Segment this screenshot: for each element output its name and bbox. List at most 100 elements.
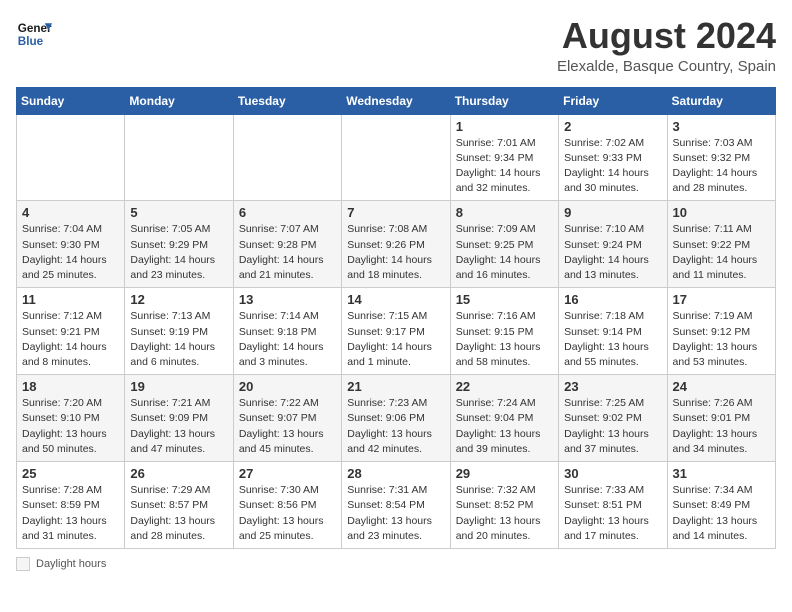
weekday-header-wednesday: Wednesday — [342, 87, 450, 114]
week-row-5: 25 Sunrise: 7:28 AM Sunset: 8:59 PM Dayli… — [17, 462, 776, 549]
calendar-cell: 28Sunrise: 7:31 AM Sunset: 8:54 PM Dayli… — [342, 462, 450, 549]
day-info: Sunrise: 7:16 AM Sunset: 9:15 PM Dayligh… — [456, 309, 553, 370]
daylight-label: Daylight hours — [36, 558, 106, 570]
calendar-cell — [233, 114, 341, 201]
week-row-4: 18Sunrise: 7:20 AM Sunset: 9:10 PM Dayli… — [17, 375, 776, 462]
weekday-header-friday: Friday — [559, 87, 667, 114]
day-number: 19 — [130, 379, 227, 394]
day-info: Sunrise: 7:31 AM Sunset: 8:54 PM Dayligh… — [347, 483, 444, 544]
day-number: 24 — [673, 379, 770, 394]
day-info: Sunrise: 7:29 AM Sunset: 8:57 PM Dayligh… — [130, 483, 227, 544]
day-number: 29 — [456, 466, 553, 481]
footer-note: Daylight hours — [16, 557, 776, 571]
day-number: 1 — [456, 119, 553, 134]
day-number: 16 — [564, 292, 661, 307]
day-info: Sunrise: 7:23 AM Sunset: 9:06 PM Dayligh… — [347, 396, 444, 457]
day-number: 4 — [22, 205, 119, 220]
day-number: 12 — [130, 292, 227, 307]
calendar-cell: 15 Sunrise: 7:16 AM Sunset: 9:15 PM Dayli… — [450, 288, 558, 375]
weekday-header-monday: Monday — [125, 87, 233, 114]
day-info: Sunrise: 7:33 AM Sunset: 8:51 PM Dayligh… — [564, 483, 661, 544]
calendar-cell: 19 Sunrise: 7:21 AM Sunset: 9:09 PM Dayli… — [125, 375, 233, 462]
day-info: Sunrise: 7:05 AM Sunset: 9:29 PM Dayligh… — [130, 222, 227, 283]
calendar-cell: 20 Sunrise: 7:22 AM Sunset: 9:07 PM Dayli… — [233, 375, 341, 462]
day-number: 26 — [130, 466, 227, 481]
day-number: 5 — [130, 205, 227, 220]
page-header: General Blue August 2024 Elexalde, Basqu… — [16, 16, 776, 75]
calendar-cell: 4 Sunrise: 7:04 AM Sunset: 9:30 PM Daylig… — [17, 201, 125, 288]
week-row-3: 11 Sunrise: 7:12 AM Sunset: 9:21 PM Dayli… — [17, 288, 776, 375]
day-number: 20 — [239, 379, 336, 394]
weekday-header-saturday: Saturday — [667, 87, 775, 114]
calendar-cell: 30Sunrise: 7:33 AM Sunset: 8:51 PM Dayli… — [559, 462, 667, 549]
calendar-cell: 6 Sunrise: 7:07 AM Sunset: 9:28 PM Daylig… — [233, 201, 341, 288]
calendar-cell: 31Sunrise: 7:34 AM Sunset: 8:49 PM Dayli… — [667, 462, 775, 549]
day-info: Sunrise: 7:15 AM Sunset: 9:17 PM Dayligh… — [347, 309, 444, 370]
calendar-cell: 23 Sunrise: 7:25 AM Sunset: 9:02 PM Dayli… — [559, 375, 667, 462]
calendar-cell: 27Sunrise: 7:30 AM Sunset: 8:56 PM Dayli… — [233, 462, 341, 549]
calendar-cell: 10Sunrise: 7:11 AM Sunset: 9:22 PM Dayli… — [667, 201, 775, 288]
day-info: Sunrise: 7:21 AM Sunset: 9:09 PM Dayligh… — [130, 396, 227, 457]
day-info: Sunrise: 7:22 AM Sunset: 9:07 PM Dayligh… — [239, 396, 336, 457]
weekday-header-sunday: Sunday — [17, 87, 125, 114]
day-number: 11 — [22, 292, 119, 307]
day-number: 23 — [564, 379, 661, 394]
calendar-cell: 1 Sunrise: 7:01 AM Sunset: 9:34 PM Daylig… — [450, 114, 558, 201]
calendar-cell: 14Sunrise: 7:15 AM Sunset: 9:17 PM Dayli… — [342, 288, 450, 375]
day-number: 22 — [456, 379, 553, 394]
day-info: Sunrise: 7:13 AM Sunset: 9:19 PM Dayligh… — [130, 309, 227, 370]
calendar-cell: 18Sunrise: 7:20 AM Sunset: 9:10 PM Dayli… — [17, 375, 125, 462]
calendar-cell — [342, 114, 450, 201]
day-number: 21 — [347, 379, 444, 394]
weekday-header-row: SundayMondayTuesdayWednesdayThursdayFrid… — [17, 87, 776, 114]
day-info: Sunrise: 7:02 AM Sunset: 9:33 PM Dayligh… — [564, 136, 661, 197]
day-number: 6 — [239, 205, 336, 220]
calendar-cell: 7 Sunrise: 7:08 AM Sunset: 9:26 PM Daylig… — [342, 201, 450, 288]
day-info: Sunrise: 7:01 AM Sunset: 9:34 PM Dayligh… — [456, 136, 553, 197]
calendar-cell: 25 Sunrise: 7:28 AM Sunset: 8:59 PM Dayli… — [17, 462, 125, 549]
svg-text:Blue: Blue — [18, 35, 44, 48]
weekday-header-tuesday: Tuesday — [233, 87, 341, 114]
day-number: 2 — [564, 119, 661, 134]
day-info: Sunrise: 7:34 AM Sunset: 8:49 PM Dayligh… — [673, 483, 770, 544]
day-number: 3 — [673, 119, 770, 134]
day-number: 25 — [22, 466, 119, 481]
day-info: Sunrise: 7:04 AM Sunset: 9:30 PM Dayligh… — [22, 222, 119, 283]
day-info: Sunrise: 7:24 AM Sunset: 9:04 PM Dayligh… — [456, 396, 553, 457]
week-row-1: 1 Sunrise: 7:01 AM Sunset: 9:34 PM Daylig… — [17, 114, 776, 201]
calendar-cell: 22 Sunrise: 7:24 AM Sunset: 9:04 PM Dayli… — [450, 375, 558, 462]
day-number: 8 — [456, 205, 553, 220]
day-info: Sunrise: 7:10 AM Sunset: 9:24 PM Dayligh… — [564, 222, 661, 283]
calendar-cell: 5 Sunrise: 7:05 AM Sunset: 9:29 PM Daylig… — [125, 201, 233, 288]
day-number: 17 — [673, 292, 770, 307]
day-number: 9 — [564, 205, 661, 220]
day-info: Sunrise: 7:32 AM Sunset: 8:52 PM Dayligh… — [456, 483, 553, 544]
day-number: 15 — [456, 292, 553, 307]
day-info: Sunrise: 7:26 AM Sunset: 9:01 PM Dayligh… — [673, 396, 770, 457]
day-number: 18 — [22, 379, 119, 394]
day-info: Sunrise: 7:14 AM Sunset: 9:18 PM Dayligh… — [239, 309, 336, 370]
calendar-cell — [125, 114, 233, 201]
day-number: 10 — [673, 205, 770, 220]
calendar-cell: 13Sunrise: 7:14 AM Sunset: 9:18 PM Dayli… — [233, 288, 341, 375]
calendar-cell: 17Sunrise: 7:19 AM Sunset: 9:12 PM Dayli… — [667, 288, 775, 375]
calendar-cell: 2 Sunrise: 7:02 AM Sunset: 9:33 PM Daylig… — [559, 114, 667, 201]
day-number: 7 — [347, 205, 444, 220]
day-info: Sunrise: 7:08 AM Sunset: 9:26 PM Dayligh… — [347, 222, 444, 283]
day-info: Sunrise: 7:18 AM Sunset: 9:14 PM Dayligh… — [564, 309, 661, 370]
weekday-header-thursday: Thursday — [450, 87, 558, 114]
calendar-cell — [17, 114, 125, 201]
calendar-cell: 11 Sunrise: 7:12 AM Sunset: 9:21 PM Dayli… — [17, 288, 125, 375]
calendar-subtitle: Elexalde, Basque Country, Spain — [557, 58, 776, 75]
day-info: Sunrise: 7:12 AM Sunset: 9:21 PM Dayligh… — [22, 309, 119, 370]
day-info: Sunrise: 7:03 AM Sunset: 9:32 PM Dayligh… — [673, 136, 770, 197]
day-info: Sunrise: 7:07 AM Sunset: 9:28 PM Dayligh… — [239, 222, 336, 283]
calendar-cell: 8 Sunrise: 7:09 AM Sunset: 9:25 PM Daylig… — [450, 201, 558, 288]
day-info: Sunrise: 7:09 AM Sunset: 9:25 PM Dayligh… — [456, 222, 553, 283]
calendar-cell: 24 Sunrise: 7:26 AM Sunset: 9:01 PM Dayli… — [667, 375, 775, 462]
day-info: Sunrise: 7:25 AM Sunset: 9:02 PM Dayligh… — [564, 396, 661, 457]
day-info: Sunrise: 7:28 AM Sunset: 8:59 PM Dayligh… — [22, 483, 119, 544]
calendar-cell: 12 Sunrise: 7:13 AM Sunset: 9:19 PM Dayli… — [125, 288, 233, 375]
calendar-cell: 3 Sunrise: 7:03 AM Sunset: 9:32 PM Daylig… — [667, 114, 775, 201]
calendar-cell: 16 Sunrise: 7:18 AM Sunset: 9:14 PM Dayli… — [559, 288, 667, 375]
